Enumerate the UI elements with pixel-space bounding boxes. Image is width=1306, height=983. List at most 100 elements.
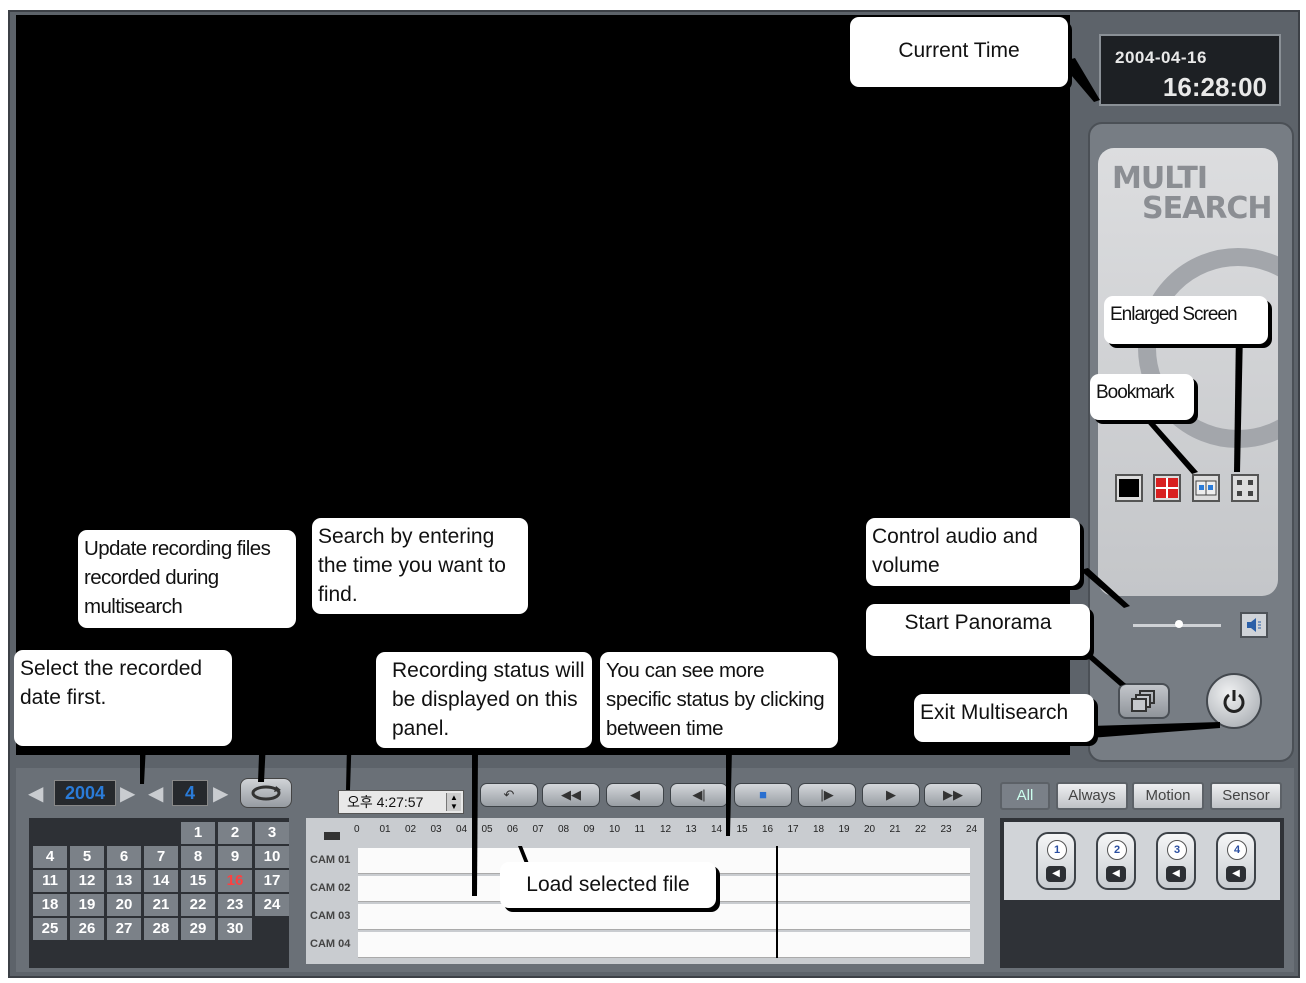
timeline-hour-label: 15	[736, 824, 748, 835]
calendar-day[interactable]: 11	[33, 870, 67, 892]
callout-load-file: Load selected file	[500, 862, 716, 908]
calendar-day[interactable]: 22	[181, 894, 215, 916]
calendar-day[interactable]: 25	[33, 918, 67, 940]
timeline-hour-label: 06	[507, 824, 519, 835]
calendar-day[interactable]: 3	[255, 822, 289, 844]
audio-button[interactable]	[1240, 612, 1268, 638]
calendar-day[interactable]: 7	[144, 846, 178, 868]
multisearch-logo: MULTI SEARCH	[1112, 161, 1273, 226]
calendar-day[interactable]: 17	[255, 870, 289, 892]
timeline-hour-label: 19	[838, 824, 850, 835]
calendar-day[interactable]: 19	[70, 894, 104, 916]
next-year-arrow-icon[interactable]: ▶	[120, 784, 135, 804]
prev-month-arrow-icon[interactable]: ◀	[148, 784, 163, 804]
timeline-hour-label: 18	[813, 824, 825, 835]
camera-timeline-row[interactable]	[358, 932, 970, 958]
calendar-day[interactable]: 16	[218, 870, 252, 892]
timeline-hour-label: 02	[405, 824, 417, 835]
next-month-arrow-icon[interactable]: ▶	[213, 784, 228, 804]
timeline-hour-label: 09	[583, 824, 595, 835]
timeline-hour-label: 03	[430, 824, 442, 835]
calendar-day[interactable]: 5	[70, 846, 104, 868]
camera-icon	[324, 832, 340, 840]
power-icon	[1223, 690, 1245, 713]
single-screen-button[interactable]	[1115, 474, 1143, 502]
bookmark-button[interactable]	[1192, 474, 1220, 502]
fast-forward-button[interactable]: ▶▶	[924, 783, 982, 807]
load-file-button[interactable]: ↶	[480, 783, 538, 807]
callout-search-time: Search by entering the time you want to …	[312, 518, 528, 614]
camera-row-label: CAM 03	[310, 910, 351, 922]
calendar-day[interactable]: 29	[181, 918, 215, 940]
calendar-day[interactable]: 20	[107, 894, 141, 916]
timeline-hour-label: 04	[456, 824, 468, 835]
callout-select-date: Select the recorded date first.	[14, 650, 232, 746]
fast-rewind-button[interactable]: ◀◀	[542, 783, 600, 807]
time-spinner[interactable]: ▲ ▼	[446, 793, 461, 811]
filter-all-button[interactable]: All	[1000, 782, 1050, 810]
callout-recording-status: Recording status will be displayed on th…	[376, 652, 592, 748]
reverse-play-button[interactable]: ◀	[606, 783, 664, 807]
timeline-hour-label: 07	[532, 824, 544, 835]
speaker-icon: ◀	[1166, 866, 1186, 882]
stop-button[interactable]: ■	[734, 783, 792, 807]
filter-motion-button[interactable]: Motion	[1132, 782, 1204, 810]
current-clock-time: 16:28:00	[1162, 72, 1267, 102]
calendar-day[interactable]: 30	[218, 918, 252, 940]
step-forward-button[interactable]: |▶	[798, 783, 856, 807]
calendar-day[interactable]: 1	[181, 822, 215, 844]
timeline-hour-label: 21	[889, 824, 901, 835]
step-back-button[interactable]: ◀|	[670, 783, 728, 807]
logo-panel: MULTI SEARCH	[1098, 148, 1278, 596]
calendar-day[interactable]: 15	[181, 870, 215, 892]
volume-slider-knob[interactable]	[1175, 620, 1183, 628]
calendar-day[interactable]: 18	[33, 894, 67, 916]
start-panorama-button[interactable]	[1118, 683, 1170, 719]
camera-4-button[interactable]: 4 ◀	[1216, 832, 1256, 890]
volume-slider[interactable]	[1133, 620, 1221, 628]
filter-sensor-button[interactable]: Sensor	[1210, 782, 1282, 810]
year-field[interactable]: 2004	[54, 780, 116, 806]
calendar-day[interactable]: 21	[144, 894, 178, 916]
enlarged-screen-button[interactable]	[1231, 474, 1259, 502]
speaker-icon	[1247, 618, 1261, 632]
filter-always-button[interactable]: Always	[1056, 782, 1128, 810]
calendar-day[interactable]: 8	[181, 846, 215, 868]
calendar-day[interactable]: 28	[144, 918, 178, 940]
speaker-icon: ◀	[1046, 866, 1066, 882]
camera-1-button[interactable]: 1 ◀	[1036, 832, 1076, 890]
speaker-icon: ◀	[1106, 866, 1126, 882]
calendar-day[interactable]: 13	[107, 870, 141, 892]
fullscreen-icon	[1237, 480, 1253, 496]
calendar-day[interactable]: 9	[218, 846, 252, 868]
calendar-day[interactable]: 2	[218, 822, 252, 844]
calendar-day[interactable]: 24	[255, 894, 289, 916]
calendar-day[interactable]: 6	[107, 846, 141, 868]
callout-enlarged-screen: Enlarged Screen	[1104, 296, 1268, 344]
timeline-hour-label: 17	[787, 824, 799, 835]
camera-3-button[interactable]: 3 ◀	[1156, 832, 1196, 890]
prev-year-arrow-icon[interactable]: ◀	[28, 784, 43, 804]
callout-start-panorama: Start Panorama	[866, 604, 1090, 656]
timeline-cursor[interactable]	[776, 846, 778, 958]
play-button[interactable]: ▶	[862, 783, 920, 807]
calendar-day[interactable]: 4	[33, 846, 67, 868]
calendar-day[interactable]: 26	[70, 918, 104, 940]
timeline-hour-label: 08	[558, 824, 570, 835]
callout-update-recording: Update recording files recorded during m…	[78, 530, 296, 628]
camera-2-button[interactable]: 2 ◀	[1096, 832, 1136, 890]
calendar-day[interactable]: 10	[255, 846, 289, 868]
calendar-day[interactable]: 27	[107, 918, 141, 940]
exit-multisearch-button[interactable]	[1206, 673, 1262, 729]
timeline-hour-label: 0	[354, 824, 360, 835]
calendar-day[interactable]: 12	[70, 870, 104, 892]
calendar-day[interactable]: 14	[144, 870, 178, 892]
timeline-hour-label: 23	[940, 824, 952, 835]
calendar-day[interactable]: 23	[218, 894, 252, 916]
update-recording-button[interactable]	[240, 778, 292, 808]
single-screen-icon	[1119, 479, 1139, 497]
callout-exit-multisearch: Exit Multisearch	[914, 694, 1094, 742]
month-field[interactable]: 4	[172, 780, 208, 806]
current-time-display: 2004-04-16 16:28:00	[1099, 34, 1281, 106]
quad-screen-button[interactable]	[1153, 474, 1181, 502]
